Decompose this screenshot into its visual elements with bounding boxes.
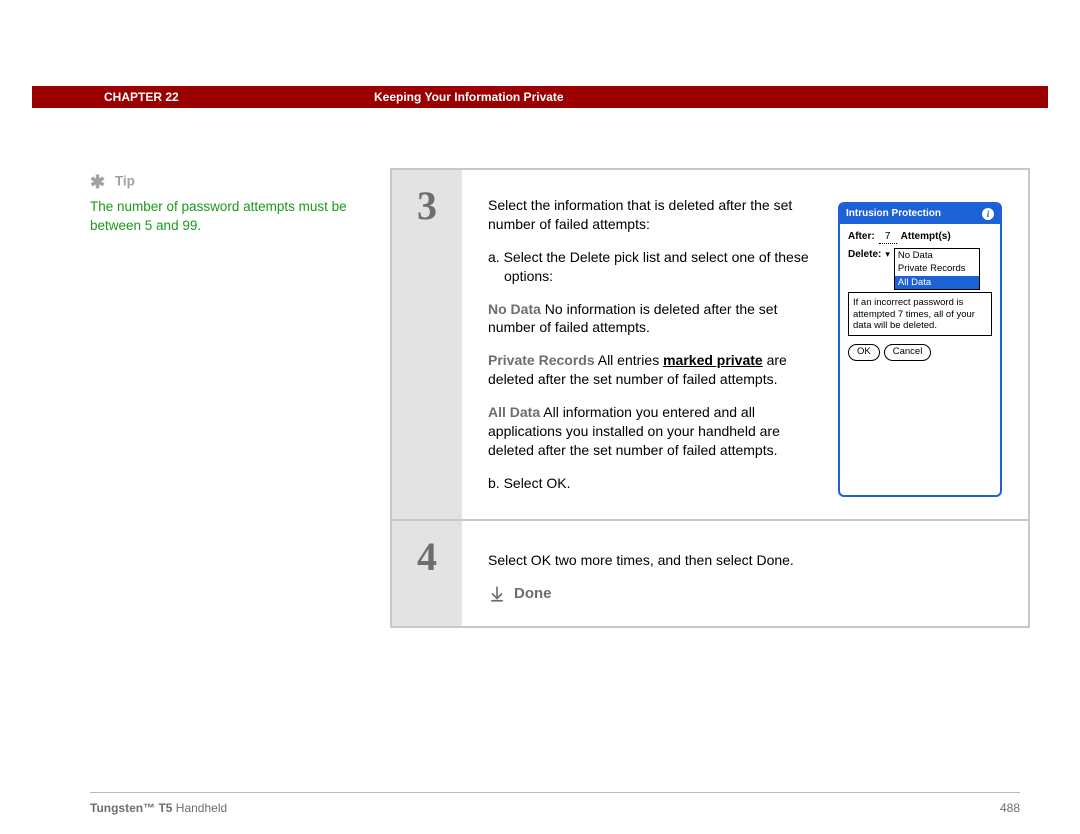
tip-block: ✱ Tip The number of password attempts mu… bbox=[90, 170, 360, 235]
page-footer: Tungsten™ T5 Handheld 488 bbox=[90, 792, 1020, 815]
option-nodata: No Data No information is deleted after … bbox=[488, 300, 818, 338]
picklist-private[interactable]: Private Records bbox=[895, 262, 979, 275]
step-number: 3 bbox=[417, 182, 437, 229]
step-number-cell: 3 bbox=[392, 170, 462, 519]
private-pre: All entries bbox=[595, 352, 663, 368]
dialog-title: Intrusion Protection bbox=[846, 207, 941, 221]
steps-container: 3 Select the information that is deleted… bbox=[390, 168, 1030, 628]
step-body: Select the information that is deleted a… bbox=[462, 170, 1028, 519]
delete-label: Delete: bbox=[848, 248, 881, 262]
dropdown-arrow-icon[interactable]: ▾ bbox=[885, 248, 890, 260]
product-bold: Tungsten™ T5 bbox=[90, 801, 172, 815]
info-icon[interactable]: i bbox=[982, 208, 994, 220]
chapter-header-bar: CHAPTER 22 Keeping Your Information Priv… bbox=[32, 86, 1048, 108]
dialog-body: After: 7 Attempt(s) Delete: ▾ No Data Pr… bbox=[840, 224, 1000, 370]
step3-intro: Select the information that is deleted a… bbox=[488, 196, 818, 234]
page: CHAPTER 22 Keeping Your Information Priv… bbox=[0, 0, 1080, 834]
asterisk-icon: ✱ bbox=[90, 172, 105, 192]
chapter-label: CHAPTER 22 bbox=[32, 90, 354, 104]
dialog-titlebar: Intrusion Protection i bbox=[840, 204, 1000, 224]
step4-text: Select OK two more times, and then selec… bbox=[488, 551, 1002, 570]
cancel-button[interactable]: Cancel bbox=[884, 344, 932, 361]
picklist-nodata[interactable]: No Data bbox=[895, 249, 979, 262]
dialog-note: If an incorrect password is attempted 7 … bbox=[848, 292, 992, 336]
tip-body: The number of password attempts must be … bbox=[90, 198, 360, 234]
page-number: 488 bbox=[1000, 801, 1020, 815]
after-row: After: 7 Attempt(s) bbox=[848, 230, 992, 245]
tip-label: Tip bbox=[115, 174, 135, 189]
step-4: 4 Select OK two more times, and then sel… bbox=[392, 521, 1028, 626]
after-value[interactable]: 7 bbox=[879, 230, 897, 245]
picklist-alldata[interactable]: All Data bbox=[895, 276, 979, 289]
option-private: Private Records All entries marked priva… bbox=[488, 351, 818, 389]
step3-sub-b: b. Select OK. bbox=[488, 474, 818, 493]
step-text: Select the information that is deleted a… bbox=[488, 196, 818, 497]
nodata-label: No Data bbox=[488, 301, 541, 317]
down-arrow-icon bbox=[488, 585, 506, 603]
attempts-label: Attempt(s) bbox=[901, 230, 951, 244]
after-label: After: bbox=[848, 230, 875, 244]
delete-row: Delete: ▾ No Data Private Records All Da… bbox=[848, 248, 992, 290]
ok-button[interactable]: OK bbox=[848, 344, 880, 361]
step-number-cell: 4 bbox=[392, 521, 462, 626]
tip-heading: ✱ Tip bbox=[90, 170, 360, 194]
alldata-label: All Data bbox=[488, 404, 540, 420]
done-marker: Done bbox=[488, 584, 1002, 604]
step3-sub-a: a. Select the Delete pick list and selec… bbox=[488, 248, 818, 286]
step-3: 3 Select the information that is deleted… bbox=[392, 170, 1028, 521]
dialog-buttons: OK Cancel bbox=[848, 344, 992, 361]
chapter-title: Keeping Your Information Private bbox=[354, 90, 564, 104]
marked-private-link[interactable]: marked private bbox=[663, 352, 763, 368]
done-label: Done bbox=[514, 584, 552, 604]
option-alldata: All Data All information you entered and… bbox=[488, 403, 818, 460]
product-rest: Handheld bbox=[172, 801, 227, 815]
step-body: Select OK two more times, and then selec… bbox=[462, 521, 1028, 626]
product-name: Tungsten™ T5 Handheld bbox=[90, 801, 227, 815]
delete-picklist[interactable]: No Data Private Records All Data bbox=[894, 248, 980, 290]
private-label: Private Records bbox=[488, 352, 595, 368]
intrusion-protection-dialog: Intrusion Protection i After: 7 Attempt(… bbox=[838, 202, 1002, 497]
step-number: 4 bbox=[417, 533, 437, 580]
